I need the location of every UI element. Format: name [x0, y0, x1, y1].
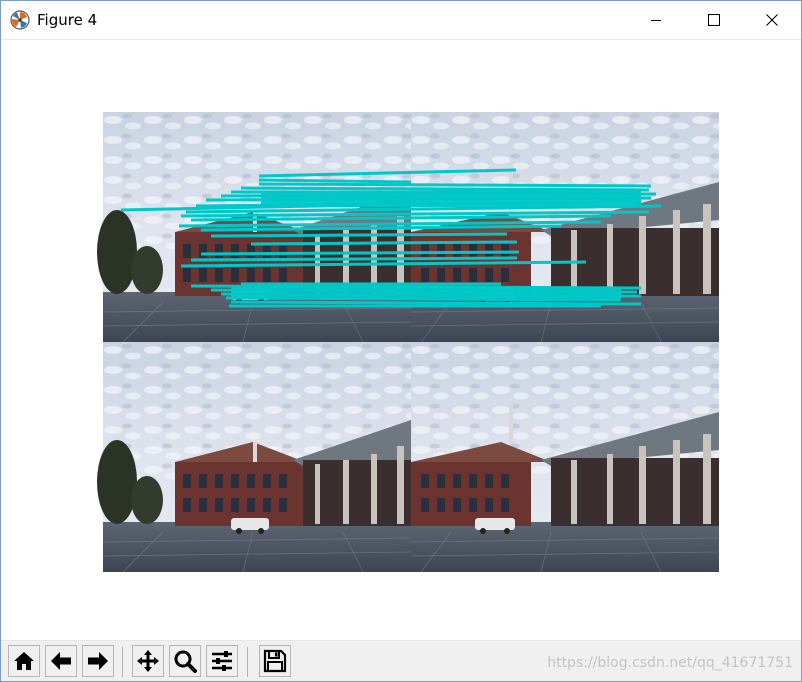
- window-title: Figure 4: [37, 11, 98, 29]
- save-icon: [263, 649, 287, 673]
- image-grid: [96, 111, 720, 573]
- figure-window: Figure 4 https://blog.csdn.net/qq_416717…: [0, 0, 802, 682]
- zoom-icon: [174, 650, 197, 673]
- toolbar-separator: [122, 647, 123, 677]
- zoom-button[interactable]: [169, 645, 201, 677]
- close-icon: [766, 14, 778, 26]
- minimize-icon: [651, 20, 661, 21]
- maximize-button[interactable]: [685, 1, 743, 39]
- sliders-icon: [212, 651, 232, 671]
- save-button[interactable]: [259, 645, 291, 677]
- watermark-text: https://blog.csdn.net/qq_41671751: [547, 655, 793, 671]
- home-button[interactable]: [8, 645, 40, 677]
- back-button[interactable]: [45, 645, 77, 677]
- home-icon: [14, 652, 34, 670]
- matplotlib-logo-icon: [10, 10, 30, 30]
- minimize-button[interactable]: [627, 1, 685, 39]
- configure-subplots-button[interactable]: [206, 645, 238, 677]
- forward-button[interactable]: [82, 645, 114, 677]
- figure-canvas[interactable]: [1, 40, 801, 640]
- navigation-toolbar: https://blog.csdn.net/qq_41671751: [1, 640, 801, 681]
- close-button[interactable]: [743, 1, 801, 39]
- arrow-right-icon: [88, 652, 108, 670]
- pan-button[interactable]: [132, 645, 164, 677]
- title-bar[interactable]: Figure 4: [1, 1, 801, 40]
- toolbar-separator: [247, 647, 248, 677]
- arrow-left-icon: [51, 652, 71, 670]
- maximize-icon: [708, 14, 720, 26]
- move-icon: [137, 650, 159, 672]
